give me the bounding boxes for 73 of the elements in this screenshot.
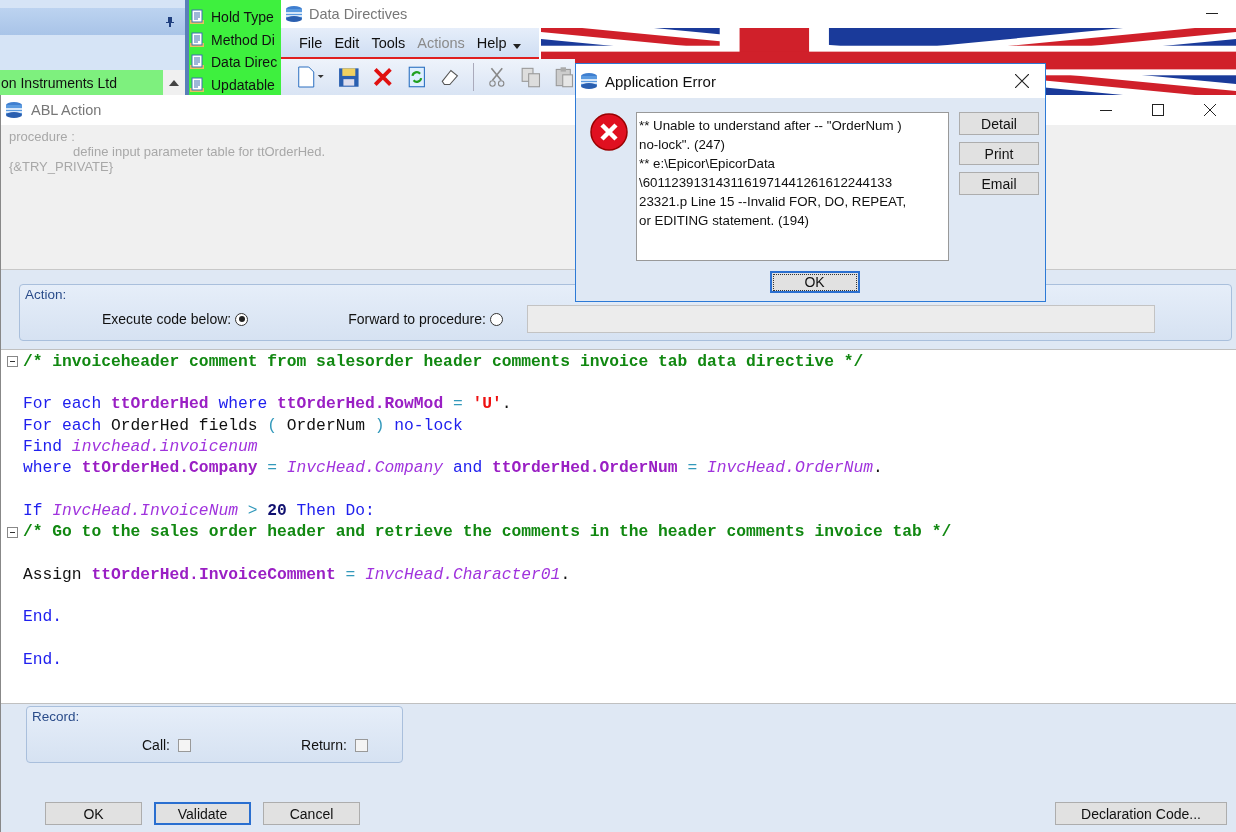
code-line: /* invoiceheader comment from salesorder header comments invoice tab data directive */: [23, 351, 864, 372]
code-editor[interactable]: [1, 349, 1236, 704]
tree-item-label: Updatable: [211, 76, 275, 93]
save-icon[interactable]: [338, 66, 361, 88]
code-line: End.: [23, 649, 63, 670]
option-label: Execute code below:: [102, 311, 232, 327]
error-message-line: 23321.p Line 15 --Invalid FOR, DO, REPEAT,: [639, 193, 908, 211]
delete-icon[interactable]: [372, 66, 394, 88]
radio-button[interactable]: [489, 312, 503, 326]
error-message-line: ** Unable to understand after -- "OrderNum ): [639, 117, 903, 135]
database-icon: [5, 101, 23, 119]
tree-item-label: Method Di: [211, 31, 275, 48]
document-icon: [189, 54, 205, 71]
code-line: Assign ttOrderHed.InvoiceComment = InvcHead.Character01.: [23, 564, 571, 585]
code-line: /* Go to the sales order header and retrieve the comments in the header comments invoice tab */: [23, 522, 952, 542]
radio-button[interactable]: [235, 312, 249, 326]
group-title: Record:: [32, 709, 80, 724]
dialog-button[interactable]: Detail: [959, 112, 1039, 135]
dialog-button[interactable]: Print: [959, 142, 1039, 165]
option-label: Call:: [142, 737, 170, 753]
option-label: Return:: [301, 737, 347, 753]
dialog-button[interactable]: Validate: [154, 802, 251, 825]
company-name: on Instruments Ltd: [0, 74, 117, 91]
dialog-button[interactable]: OK: [45, 802, 142, 825]
menu-item[interactable]: Help: [476, 34, 507, 51]
window-title: ABL Action: [31, 102, 102, 118]
up-arrow-icon: [169, 79, 179, 86]
error-icon: [589, 112, 629, 152]
procedure-text: procedure :: [9, 129, 75, 144]
procedure-text: {&TRY_PRIVATE}: [9, 159, 114, 174]
error-message-line: ** e:\Epicor\EpicorData: [639, 155, 776, 173]
menu-item[interactable]: Tools: [371, 34, 406, 51]
procedure-text: define input parameter table for ttOrderHed.: [73, 144, 326, 159]
pin-icon[interactable]: [165, 15, 175, 28]
code-line: Find invchead.invoicenum: [23, 436, 258, 457]
dialog-button[interactable]: Email: [959, 172, 1039, 195]
document-icon: [189, 76, 205, 93]
checkbox[interactable]: [354, 738, 368, 752]
declaration-code-button[interactable]: Declaration Code...: [1055, 802, 1227, 825]
error-message-line: no-lock". (247): [639, 136, 726, 154]
overflow-caret-icon[interactable]: [512, 44, 521, 49]
menu-item[interactable]: Edit: [334, 34, 360, 51]
code-line: If InvcHead.InvoiceNum > 20 Then Do:: [23, 500, 375, 521]
code-line: For each ttOrderHed where ttOrderHed.RowMod = 'U'.: [23, 394, 512, 415]
code-line: For each OrderHed fields ( OrderNum ) no-lock: [23, 415, 463, 436]
window-title: Data Directives: [309, 6, 408, 22]
menu-item[interactable]: File: [299, 34, 323, 51]
code-line: End.: [23, 607, 63, 628]
close-icon[interactable]: [1015, 74, 1029, 88]
tree-item-label: Data Direc: [211, 54, 278, 71]
scroll-up-button[interactable]: [163, 70, 185, 95]
dialog-button[interactable]: Cancel: [263, 802, 360, 825]
ok-button[interactable]: OK: [769, 271, 860, 293]
tree-item-label: Hold Type: [211, 9, 274, 26]
close-icon[interactable]: [1204, 104, 1216, 116]
error-message-line: or EDITING statement. (194): [639, 212, 810, 230]
document-icon: [189, 9, 205, 26]
option-label: Forward to procedure:: [348, 311, 486, 327]
maximize-icon[interactable]: [1152, 104, 1164, 116]
minimize-icon[interactable]: [1206, 13, 1218, 15]
collapse-icon[interactable]: [6, 356, 18, 368]
list-row[interactable]: on Instruments Ltd: [0, 70, 185, 95]
database-icon: [580, 72, 598, 90]
database-icon: [285, 5, 303, 23]
group-title: Action:: [25, 287, 67, 302]
code-line: where ttOrderHed.Company = InvcHead.Company and ttOrderHed.OrderNum = InvcHead.OrderNum.: [23, 458, 883, 479]
error-message-line: \6011239131431161971441261612244133: [639, 174, 894, 192]
document-icon: [189, 31, 205, 48]
collapse-icon[interactable]: [6, 526, 18, 538]
minimize-icon[interactable]: [1100, 109, 1112, 111]
procedure-field[interactable]: [526, 305, 1155, 333]
dialog-title: Application Error: [605, 72, 716, 90]
checkbox[interactable]: [178, 738, 191, 752]
